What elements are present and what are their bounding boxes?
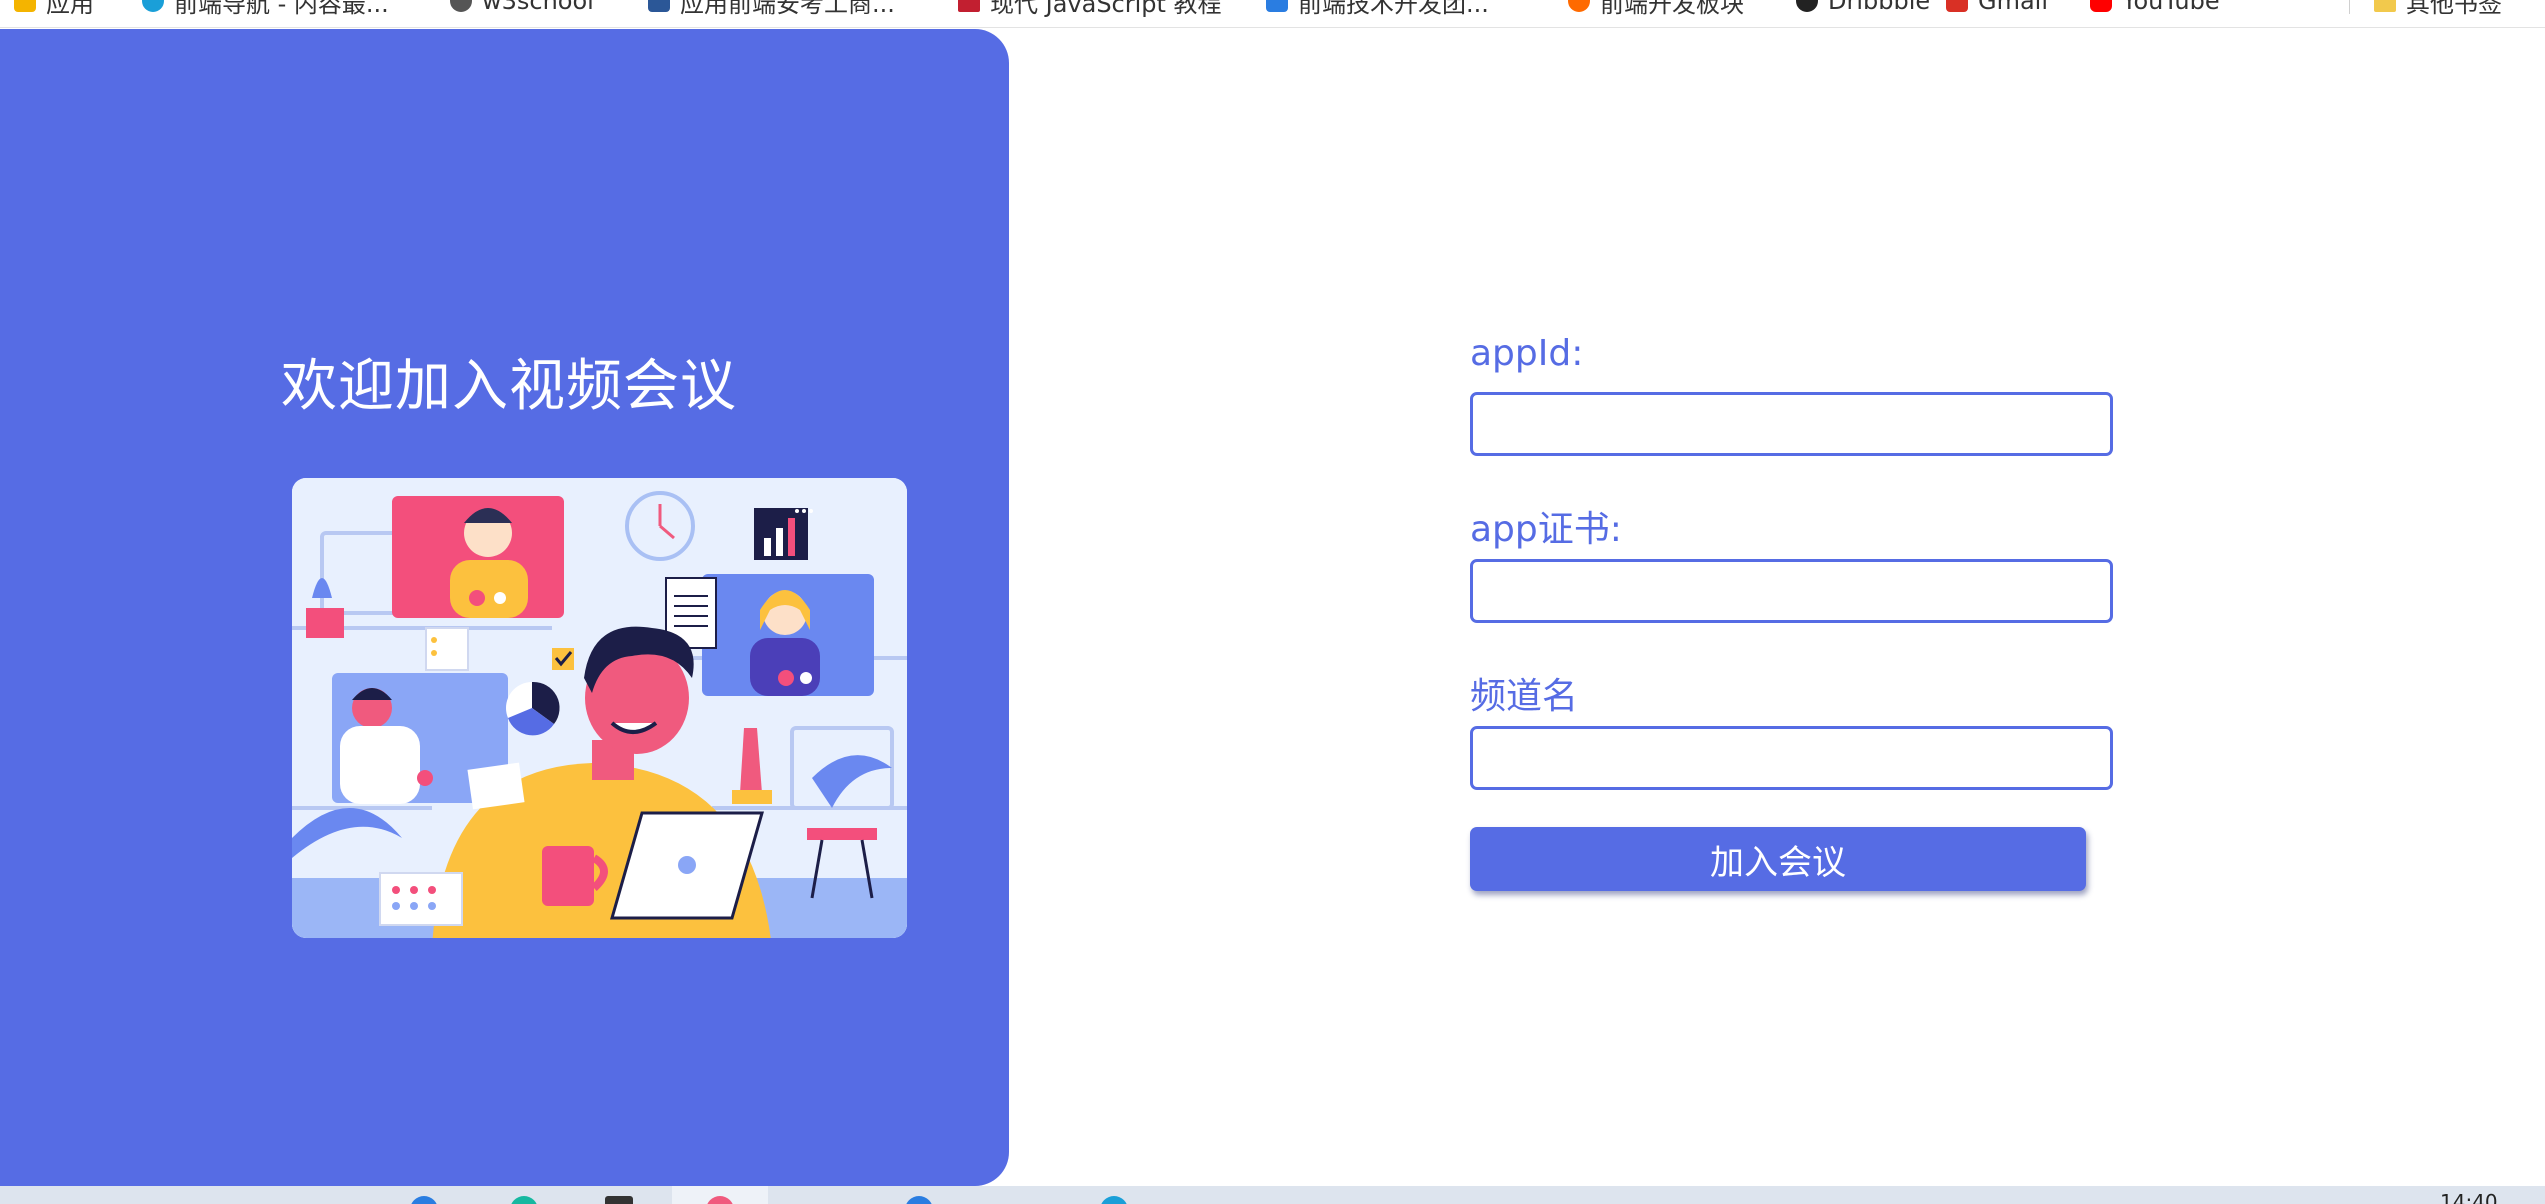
browser-icon[interactable] — [1100, 1196, 1128, 1204]
bookmark-label: Gmail — [1978, 0, 2049, 15]
welcome-panel: 欢迎加入视频会议 — [0, 29, 1009, 1186]
bookmark-label: 前端开发板块 — [1600, 0, 1744, 18]
join-meeting-button[interactable]: 加入会议 — [1470, 827, 2086, 891]
bookmark-label: Dribbble — [1828, 0, 1931, 15]
bookmark-dev-team[interactable]: 前端技术开发团... — [1266, 0, 1489, 18]
bookmark-w3school[interactable]: w3school — [450, 0, 594, 16]
welcome-title: 欢迎加入视频会议 — [281, 354, 737, 419]
bookmark-label: w3school — [482, 0, 594, 15]
bookmarks-divider — [2349, 0, 2350, 14]
bird-icon — [142, 0, 164, 12]
doc-icon — [648, 0, 670, 12]
appid-label: appId: — [1470, 333, 1584, 374]
bookmarks-bar: 应用 前端导航 - 内容最... w3school 应用前端安考工商... 现代… — [0, 0, 2545, 28]
bookmark-apps[interactable]: 应用 — [14, 0, 94, 18]
apps-grid-icon — [14, 0, 36, 12]
bookmark-label: 前端技术开发团... — [1298, 0, 1489, 18]
channel-name-label: 频道名 — [1470, 676, 1579, 717]
a-icon — [958, 0, 980, 12]
vscode-icon[interactable] — [905, 1196, 933, 1204]
edge-icon[interactable] — [410, 1196, 438, 1204]
bookmark-javascript-info[interactable]: 现代 JavaScript 教程 — [958, 0, 1222, 18]
taskbar-clock[interactable]: 14:40 — [2440, 1190, 2498, 1204]
gmail-icon — [1946, 0, 1968, 12]
arrow-icon — [1266, 0, 1288, 12]
other-bookmarks-label: 其他书签 — [2406, 0, 2502, 18]
folder-icon — [2374, 0, 2396, 12]
bookmark-frontend-board[interactable]: 前端开发板块 — [1568, 0, 1744, 18]
bookmark-label: 前端导航 - 内容最... — [174, 0, 389, 18]
bookmark-frontend-nav[interactable]: 前端导航 - 内容最... — [142, 0, 389, 18]
other-bookmarks[interactable]: 其他书签 — [2374, 0, 2502, 18]
channel-name-input[interactable] — [1470, 726, 2113, 790]
appid-input[interactable] — [1470, 392, 2113, 456]
dribbble-icon — [1796, 0, 1818, 12]
bookmark-label: 现代 JavaScript 教程 — [990, 0, 1222, 18]
app-cert-label: app证书: — [1470, 509, 1622, 550]
sixty-icon — [1568, 0, 1590, 12]
bookmark-label: 应用 — [46, 0, 94, 18]
bookmark-label: YouTube — [2122, 0, 2220, 15]
bookmark-dribbble[interactable]: Dribbble — [1796, 0, 1930, 16]
bookmark-docs[interactable]: 应用前端安考工商... — [648, 0, 895, 18]
w3school-icon — [450, 0, 472, 12]
app-icon[interactable] — [510, 1196, 538, 1204]
bookmark-gmail[interactable]: Gmail — [1946, 0, 2048, 16]
taskbar: 14:40 — [0, 1186, 2545, 1204]
youtube-icon — [2090, 0, 2112, 12]
bookmark-youtube[interactable]: YouTube — [2090, 0, 2220, 16]
explorer-icon[interactable] — [605, 1196, 633, 1204]
bookmark-label: 应用前端安考工商... — [680, 0, 895, 18]
app-cert-input[interactable] — [1470, 559, 2113, 623]
video-conference-illustration — [292, 478, 907, 938]
